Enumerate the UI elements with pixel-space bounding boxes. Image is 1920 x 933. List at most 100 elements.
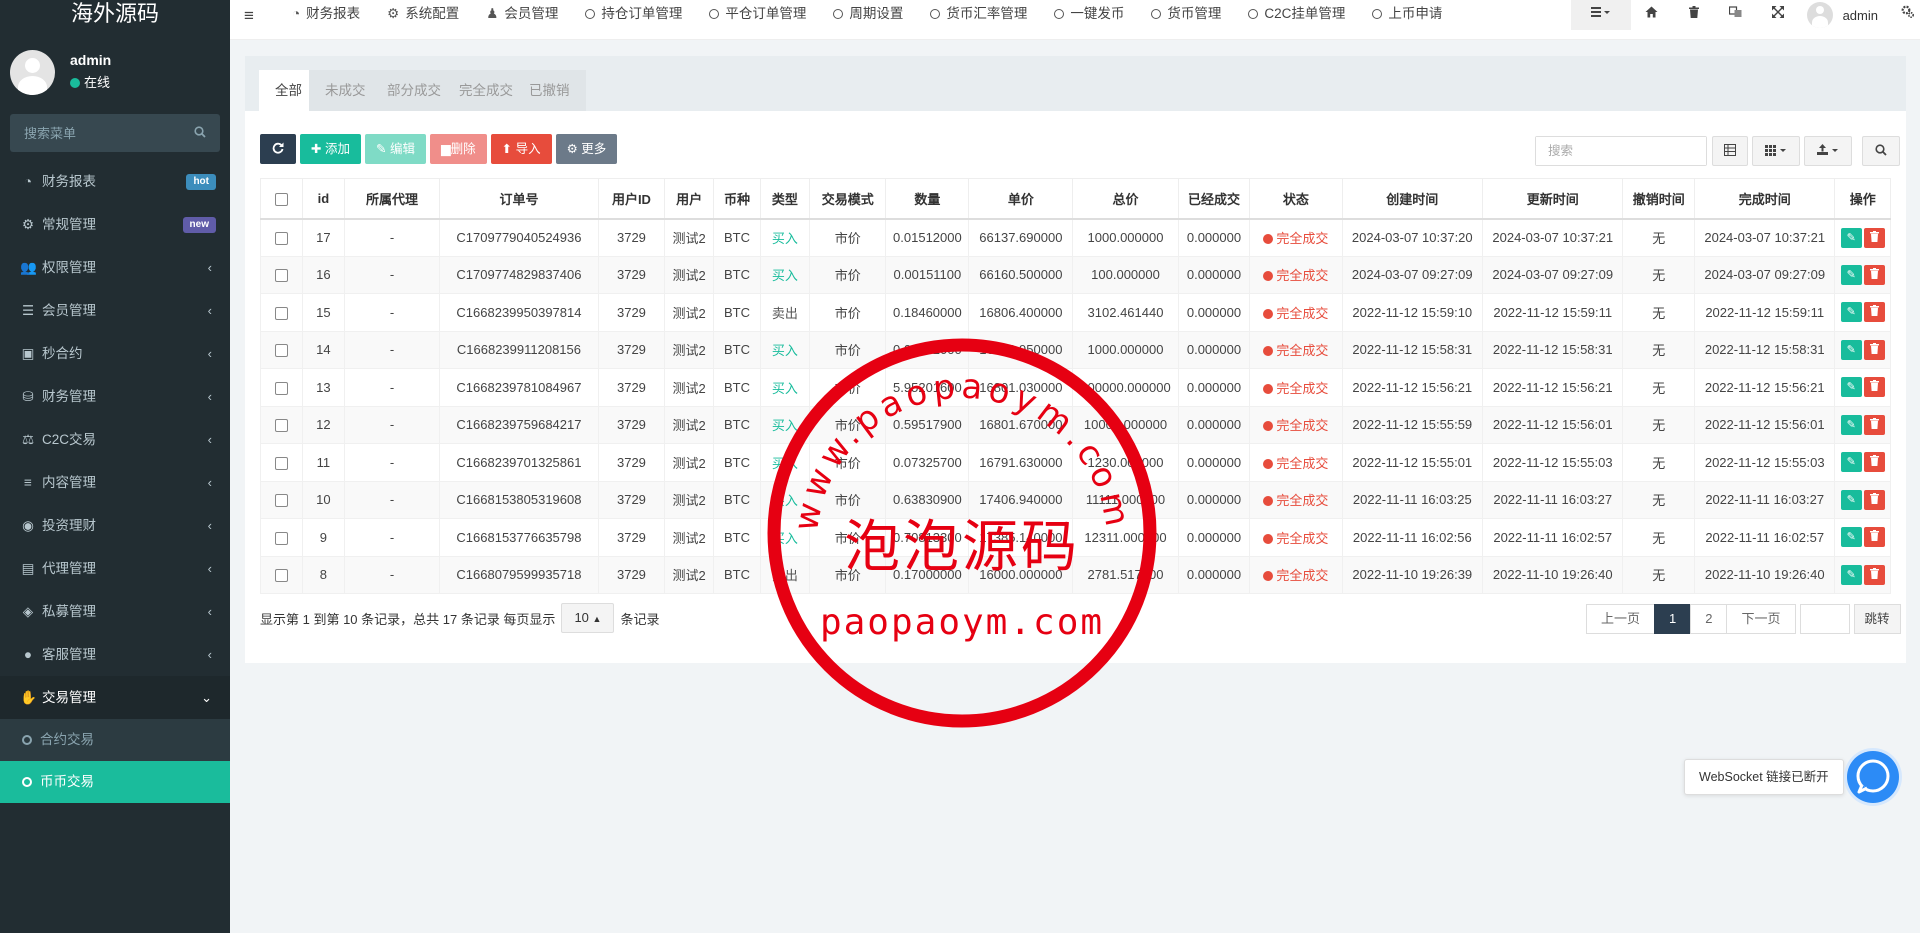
cogs-icon[interactable] xyxy=(1894,0,1920,30)
column-header[interactable]: 操作 xyxy=(1834,178,1891,220)
page-2-button[interactable]: 2 xyxy=(1690,604,1728,634)
table-row[interactable]: 16- C1709774829837406 3729 测试2 BTC 买入 市价 0.0015… xyxy=(260,255,1891,294)
row-delete-button[interactable] xyxy=(1863,377,1885,398)
sidebar-item-13[interactable]: ✋ 交易管理 ⌄ xyxy=(0,676,230,719)
row-delete-button[interactable] xyxy=(1863,564,1885,585)
multiplenav-toggle-button[interactable] xyxy=(1570,0,1631,30)
column-header[interactable]: 所属代理 xyxy=(344,178,440,220)
page-jump-input[interactable] xyxy=(1799,604,1850,634)
fullscreen-icon[interactable] xyxy=(1757,0,1799,30)
column-header[interactable]: 交易模式 xyxy=(809,178,887,220)
row-delete-button[interactable] xyxy=(1863,452,1885,473)
top-nav-link-7[interactable]: 货币汇率管理 xyxy=(930,0,1044,30)
column-header[interactable]: 已经成交 xyxy=(1177,178,1251,220)
refresh-button[interactable] xyxy=(260,134,296,164)
more-button[interactable]: ⚙ 更多 xyxy=(555,134,618,164)
table-row[interactable]: 11- C1668239701325861 3729 测试2 BTC 买入 市价 0.0732… xyxy=(260,443,1891,482)
sidebar-item-10[interactable]: ▤ 代理管理 ‹ xyxy=(0,547,230,590)
home-icon[interactable] xyxy=(1631,0,1673,30)
table-row[interactable]: 13- C1668239781084967 3729 测试2 BTC 买入 市价 5.9520… xyxy=(260,368,1891,407)
column-header[interactable]: 撤销时间 xyxy=(1622,178,1695,220)
sidebar-item-6[interactable]: ⛁ 财务管理 ‹ xyxy=(0,375,230,418)
row-edit-button[interactable]: ✎ xyxy=(1840,302,1862,323)
table-row[interactable]: 14- C1668239911208156 3729 测试2 BTC 买入 市价 0.0595… xyxy=(260,330,1891,369)
row-checkbox[interactable] xyxy=(274,456,288,470)
row-checkbox[interactable] xyxy=(274,269,288,283)
columns-button[interactable] xyxy=(1752,136,1800,166)
column-header[interactable]: 完成时间 xyxy=(1693,178,1836,220)
sidebar-item-8[interactable]: ≡ 内容管理 ‹ xyxy=(0,461,230,504)
search-icon[interactable] xyxy=(194,126,206,141)
delete-button[interactable]: ▆删除 xyxy=(429,134,487,164)
sidebar-item-3[interactable]: 👥 权限管理 ‹ xyxy=(0,246,230,289)
row-edit-button[interactable]: ✎ xyxy=(1840,339,1862,360)
page-jump-button[interactable]: 跳转 xyxy=(1853,604,1901,634)
column-header[interactable]: 状态 xyxy=(1249,178,1343,220)
chat-bubble-icon[interactable] xyxy=(1847,751,1899,803)
table-row[interactable]: 12- C1668239759684217 3729 测试2 BTC 买入 市价 0.5951… xyxy=(260,405,1891,444)
row-edit-button[interactable]: ✎ xyxy=(1840,527,1862,548)
row-edit-button[interactable]: ✎ xyxy=(1840,489,1862,510)
row-checkbox[interactable] xyxy=(274,569,288,583)
row-delete-button[interactable] xyxy=(1863,264,1885,285)
page-1-button[interactable]: 1 xyxy=(1654,604,1692,634)
top-nav-link-5[interactable]: 平仓订单管理 xyxy=(709,0,823,30)
row-delete-button[interactable] xyxy=(1863,227,1885,248)
row-checkbox[interactable] xyxy=(274,306,288,320)
top-nav-link-3[interactable]: ♟ 会员管理 xyxy=(486,0,575,30)
column-header[interactable]: id xyxy=(301,178,346,220)
row-delete-button[interactable] xyxy=(1863,339,1885,360)
column-header[interactable]: 单价 xyxy=(968,178,1074,220)
prev-page-button[interactable]: 上一页 xyxy=(1586,604,1656,634)
top-nav-link-8[interactable]: 一键发币 xyxy=(1054,0,1141,30)
sidebar-item-2[interactable]: ⚙ 常规管理 new xyxy=(0,203,230,246)
table-row[interactable]: 9- C1668153776635798 3729 测试2 BTC 买入 市价 0.70813… xyxy=(260,518,1891,557)
row-checkbox[interactable] xyxy=(274,232,288,246)
top-nav-link-9[interactable]: 货币管理 xyxy=(1151,0,1238,30)
top-nav-link-11[interactable]: 上币申请 xyxy=(1372,0,1459,30)
column-header[interactable]: 币种 xyxy=(713,178,761,220)
column-header[interactable]: 创建时间 xyxy=(1341,178,1484,220)
sidebar-item-1[interactable]: ◔ 财务报表 hot xyxy=(0,160,230,203)
column-header[interactable]: 类型 xyxy=(759,178,811,220)
submenu-item-2[interactable]: 币币交易 xyxy=(0,761,230,803)
row-checkbox[interactable] xyxy=(274,381,288,395)
export-button[interactable] xyxy=(1804,136,1852,166)
column-header[interactable]: 更新时间 xyxy=(1482,178,1624,220)
column-header[interactable]: 订单号 xyxy=(438,178,600,220)
toggle-view-button[interactable] xyxy=(1712,136,1748,166)
row-edit-button[interactable]: ✎ xyxy=(1840,414,1862,435)
row-edit-button[interactable]: ✎ xyxy=(1840,564,1862,585)
table-row[interactable]: 10- C1668153805319608 3729 测试2 BTC 买入 市价 0.6383… xyxy=(260,480,1891,519)
top-nav-link-10[interactable]: C2C挂单管理 xyxy=(1248,0,1362,30)
top-nav-link-4[interactable]: 持仓订单管理 xyxy=(585,0,699,30)
app-logo[interactable]: 海外源码 xyxy=(0,0,230,30)
sidebar-item-11[interactable]: ◈ 私募管理 ‹ xyxy=(0,590,230,633)
sidebar-item-9[interactable]: ◉ 投资理财 ‹ xyxy=(0,504,230,547)
table-row[interactable]: 15- C1668239950397814 3729 测试2 BTC 卖出 市价 0.1846… xyxy=(260,293,1891,332)
column-header[interactable]: 用户 xyxy=(663,178,715,220)
trash-icon[interactable] xyxy=(1673,0,1715,30)
top-nav-link-1[interactable]: ◔ 财务报表 xyxy=(292,0,377,30)
column-header[interactable]: 数量 xyxy=(885,178,970,220)
row-edit-button[interactable]: ✎ xyxy=(1840,377,1862,398)
menu-toggle-icon[interactable]: ≡ xyxy=(244,6,254,26)
select-all-checkbox[interactable] xyxy=(274,192,288,206)
row-edit-button[interactable]: ✎ xyxy=(1840,227,1862,248)
table-search-input[interactable] xyxy=(1536,137,1706,165)
import-button[interactable]: ⬆ 导入 xyxy=(490,134,552,164)
sidebar-item-5[interactable]: ▣ 秒合约 ‹ xyxy=(0,332,230,375)
page-size-select[interactable]: 10 ▲ xyxy=(561,603,615,633)
column-header[interactable]: 用户ID xyxy=(598,178,665,220)
table-row[interactable]: 8- C1668079599935718 3729 测试2 BTC 卖出 市价 0.17000… xyxy=(260,555,1891,594)
top-nav-link-2[interactable]: ⚙ 系统配置 xyxy=(387,0,476,30)
add-button[interactable]: ✚ 添加 xyxy=(300,134,361,164)
row-checkbox[interactable] xyxy=(274,531,288,545)
sidebar-item-4[interactable]: ☰ 会员管理 ‹ xyxy=(0,289,230,332)
row-checkbox[interactable] xyxy=(274,494,288,508)
menu-search-input[interactable] xyxy=(10,114,180,152)
table-row[interactable]: 17- C1709779040524936 3729 测试2 BTC 买入 市价 0.0151… xyxy=(260,218,1891,257)
row-delete-button[interactable] xyxy=(1863,489,1885,510)
row-checkbox[interactable] xyxy=(274,344,288,358)
row-edit-button[interactable]: ✎ xyxy=(1840,452,1862,473)
